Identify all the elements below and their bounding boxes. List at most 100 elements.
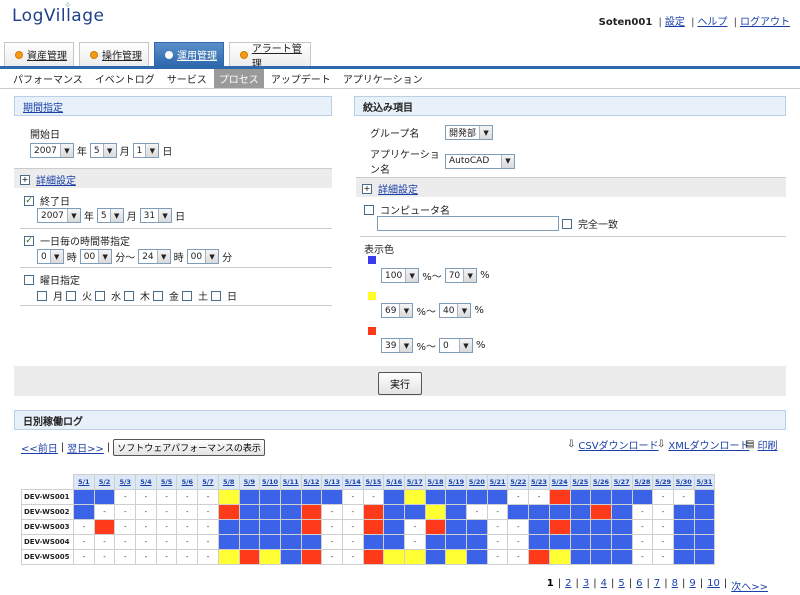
date-header[interactable]: 5/27: [610, 474, 633, 490]
time-range-checkbox[interactable]: ✓: [24, 235, 34, 246]
logout-link[interactable]: ログアウト: [740, 17, 790, 28]
start-hour-select[interactable]: 0 ▼: [37, 249, 64, 264]
date-header[interactable]: 5/31: [693, 474, 716, 490]
date-header[interactable]: 5/9: [238, 474, 261, 490]
next-page-link[interactable]: 次へ>>: [731, 578, 768, 593]
prev-day-link[interactable]: <<前日: [21, 440, 58, 455]
weekday-mon-checkbox[interactable]: [37, 290, 47, 301]
end-month-select[interactable]: 5 ▼: [96, 208, 124, 223]
page-link[interactable]: 1: [547, 578, 554, 593]
page-link[interactable]: 9: [689, 578, 695, 593]
start-year-select[interactable]: 2007 ▼: [30, 143, 74, 158]
help-link[interactable]: ヘルプ: [697, 17, 727, 28]
date-header[interactable]: 5/7: [197, 474, 219, 490]
range2-from-select[interactable]: 69 ▼: [381, 303, 414, 318]
settings-link[interactable]: 設定: [665, 17, 685, 28]
time-range-toggle[interactable]: ✓ 一日毎の時間帯指定: [24, 233, 130, 248]
page-link[interactable]: 3: [583, 578, 589, 593]
page-link[interactable]: 8: [672, 578, 678, 593]
subnav-performance[interactable]: パフォーマンス: [8, 69, 88, 88]
weekday-sat-checkbox[interactable]: [182, 290, 192, 301]
page-link[interactable]: 10: [707, 578, 720, 593]
software-performance-button[interactable]: ソフトウェアパフォーマンスの表示: [113, 439, 265, 456]
app-select[interactable]: AutoCAD ▼: [445, 153, 515, 169]
next-day-link[interactable]: 翌日>>: [67, 440, 104, 455]
computer-checkbox[interactable]: [364, 204, 374, 215]
end-day-select[interactable]: 31 ▼: [139, 208, 173, 223]
tab-management[interactable]: 運用管理: [154, 42, 224, 66]
date-header[interactable]: 5/24: [548, 474, 571, 490]
date-header[interactable]: 5/29: [652, 474, 674, 490]
subnav-update[interactable]: アップデート: [266, 69, 336, 88]
csv-download[interactable]: ⇩ CSVダウンロード: [567, 437, 659, 452]
date-header[interactable]: 5/6: [176, 474, 199, 490]
xml-download[interactable]: ⇩ XMLダウンロード: [657, 437, 749, 452]
tab-label[interactable]: アラート管理: [252, 40, 310, 70]
range1-to-select[interactable]: 70 ▼: [444, 268, 478, 283]
end-minute-select[interactable]: 00 ▼: [186, 249, 220, 264]
weekday-tue-checkbox[interactable]: [66, 290, 76, 301]
weekday-thu-checkbox[interactable]: [124, 290, 134, 301]
date-header[interactable]: 5/23: [528, 474, 550, 490]
date-header[interactable]: 5/5: [155, 474, 178, 490]
date-header[interactable]: 5/1: [73, 474, 95, 490]
weekday-fri-checkbox[interactable]: [153, 290, 163, 301]
date-header[interactable]: 5/30: [672, 474, 695, 490]
date-header[interactable]: 5/4: [135, 474, 157, 490]
tab-alert[interactable]: アラート管理: [229, 42, 311, 70]
weekday-toggle[interactable]: 曜日指定: [24, 272, 80, 287]
start-month-select[interactable]: 5 ▼: [89, 143, 117, 158]
range3-to-select[interactable]: 0 ▼: [438, 338, 473, 353]
date-header[interactable]: 5/16: [383, 474, 405, 490]
end-year-select[interactable]: 2007 ▼: [37, 208, 81, 223]
exact-match-checkbox[interactable]: [562, 218, 572, 229]
page-link[interactable]: 2: [565, 578, 571, 593]
period-detail-toggle[interactable]: + 詳細設定: [20, 172, 76, 187]
date-header[interactable]: 5/28: [631, 474, 654, 490]
date-header[interactable]: 5/12: [300, 474, 323, 490]
date-header[interactable]: 5/15: [362, 474, 385, 490]
tab-operation[interactable]: 操作管理: [79, 42, 149, 66]
group-select[interactable]: 開発部 ▼: [445, 125, 494, 140]
end-date-checkbox[interactable]: ✓: [24, 195, 34, 206]
start-minute-select[interactable]: 00 ▼: [79, 249, 113, 264]
date-header[interactable]: 5/21: [486, 474, 509, 490]
computer-name-input[interactable]: [377, 216, 559, 231]
date-header[interactable]: 5/19: [445, 474, 468, 490]
date-header[interactable]: 5/22: [507, 474, 530, 490]
print-link[interactable]: ▤ 印刷: [745, 437, 777, 452]
tab-label[interactable]: 運用管理: [177, 47, 217, 62]
tab-label[interactable]: 操作管理: [102, 47, 142, 62]
end-date-toggle[interactable]: ✓ 終了日: [24, 193, 70, 208]
date-header[interactable]: 5/10: [259, 474, 281, 490]
computer-toggle[interactable]: コンピュータ名: [364, 202, 450, 217]
page-link[interactable]: 7: [654, 578, 660, 593]
date-header[interactable]: 5/11: [279, 474, 302, 490]
range2-to-select[interactable]: 40 ▼: [438, 303, 472, 318]
page-link[interactable]: 6: [636, 578, 642, 593]
subnav-application[interactable]: アプリケーション: [338, 69, 428, 88]
tab-label[interactable]: 資産管理: [27, 47, 67, 62]
range1-from-select[interactable]: 100 ▼: [381, 268, 420, 283]
range3-from-select[interactable]: 39 ▼: [381, 338, 414, 353]
date-header[interactable]: 5/8: [217, 474, 240, 490]
date-header[interactable]: 5/14: [341, 474, 364, 490]
date-header[interactable]: 5/26: [590, 474, 612, 490]
subnav-process[interactable]: プロセス: [213, 69, 264, 88]
filter-detail-toggle[interactable]: + 詳細設定: [362, 181, 418, 196]
date-header[interactable]: 5/20: [466, 474, 488, 490]
date-header[interactable]: 5/18: [424, 474, 447, 490]
date-header[interactable]: 5/17: [404, 474, 426, 490]
run-button[interactable]: 実行: [378, 372, 422, 395]
weekday-checkbox[interactable]: [24, 274, 34, 285]
date-header[interactable]: 5/2: [93, 474, 116, 490]
subnav-eventlog[interactable]: イベントログ: [90, 69, 160, 88]
page-link[interactable]: 4: [601, 578, 607, 593]
date-header[interactable]: 5/3: [114, 474, 137, 490]
end-hour-select[interactable]: 24 ▼: [138, 249, 171, 264]
weekday-sun-checkbox[interactable]: [211, 290, 221, 301]
weekday-wed-checkbox[interactable]: [95, 290, 105, 301]
page-link[interactable]: 5: [618, 578, 624, 593]
period-title-link[interactable]: 期間指定: [23, 99, 63, 114]
date-header[interactable]: 5/13: [321, 474, 343, 490]
